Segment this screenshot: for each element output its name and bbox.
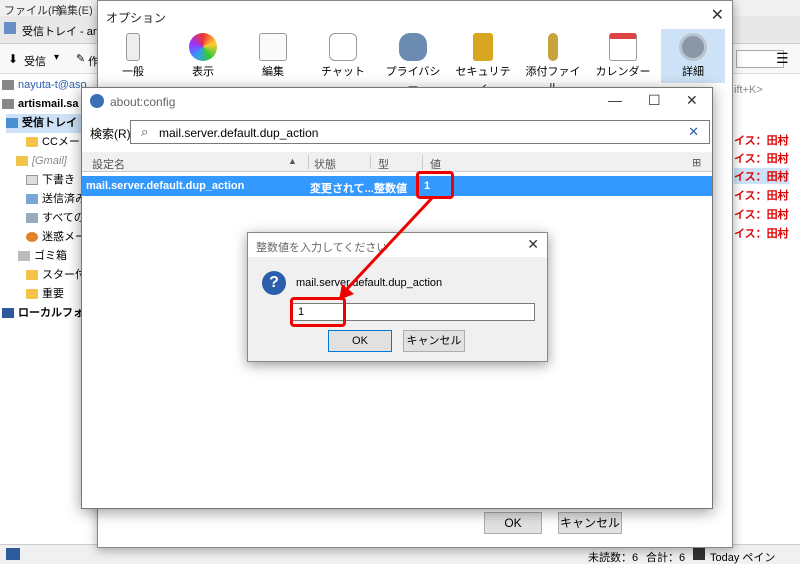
draft-icon: [26, 175, 38, 186]
prompt-title: 整数値を入力してください: [256, 242, 388, 254]
table-row[interactable]: mail.server.default.dup_action 変更されて... …: [82, 176, 712, 196]
inbox-tab[interactable]: 受信トレイ - arti: [22, 23, 102, 39]
tab-general[interactable]: 一般: [101, 29, 165, 83]
sender-cell[interactable]: イス：田村: [734, 132, 789, 148]
input-highlight-box: [290, 297, 346, 327]
receive-icon: ⬇: [8, 52, 19, 66]
integer-prompt-dialog: 整数値を入力してください ✕ ? mail.server.default.dup…: [247, 232, 548, 362]
column-status[interactable]: 状態: [314, 156, 336, 172]
clear-icon[interactable]: ✕: [688, 124, 699, 140]
tab-display[interactable]: 表示: [171, 29, 235, 83]
options-cancel-button[interactable]: キャンセル: [558, 512, 622, 534]
account-icon: [2, 99, 14, 110]
column-name[interactable]: 設定名: [92, 156, 125, 172]
pref-status: 変更されて...: [310, 183, 374, 195]
calendar-icon: [609, 33, 637, 61]
column-picker-icon[interactable]: ⊞: [692, 156, 701, 169]
search-value: mail.server.default.dup_action: [159, 126, 319, 140]
tab-advanced[interactable]: 詳細: [661, 29, 725, 83]
options-tabs: 一般 表示 編集 チャット プライバシー セキュリティ 添付ファイル カレンダー…: [98, 29, 732, 94]
tab-attachments[interactable]: 添付ファイル: [521, 29, 585, 94]
about-config-titlebar: about:config — ☐ ✕: [82, 88, 712, 114]
sort-asc-icon: ▲: [288, 156, 297, 166]
search-input[interactable]: ⌕ mail.server.default.dup_action ✕: [130, 120, 710, 144]
prompt-ok-button[interactable]: OK: [328, 330, 392, 352]
lock-icon: [473, 33, 493, 61]
tab-privacy[interactable]: プライバシー: [381, 29, 445, 94]
mask-icon: [399, 33, 427, 61]
maximize-icon[interactable]: ☐: [648, 92, 661, 109]
inbox-tab-icon: [4, 22, 16, 34]
value-highlight-box: [416, 171, 454, 199]
sender-cell[interactable]: イス：田村: [734, 168, 789, 184]
trash-icon: [18, 251, 30, 262]
calendar-icon: [693, 548, 705, 560]
folder-icon: [26, 137, 38, 148]
all-mail-icon: [26, 213, 38, 224]
column-type[interactable]: 型: [378, 156, 389, 172]
sender-cell[interactable]: イス：田村: [734, 206, 789, 222]
pref-name: mail.server.default.dup_action: [86, 180, 245, 192]
sender-cell[interactable]: イス：田村: [734, 187, 789, 203]
config-table-header: 設定名 ▲ 状態 型 値 ⊞: [82, 152, 712, 172]
thunderbird-logo-icon: [90, 94, 104, 108]
prompt-titlebar: 整数値を入力してください ✕: [248, 233, 547, 257]
today-pane-toggle[interactable]: Today ペイン: [710, 549, 775, 564]
inbox-icon: [6, 118, 18, 129]
prompt-message: mail.server.default.dup_action: [296, 277, 443, 289]
column-value[interactable]: 値: [430, 156, 441, 172]
options-ok-button[interactable]: OK: [484, 512, 542, 534]
sender-cell[interactable]: イス：田村: [734, 225, 789, 241]
folder-icon: [26, 270, 38, 281]
total-count: 合計：6: [646, 552, 686, 564]
pref-type: 整数値: [374, 183, 407, 195]
local-folder-icon: [2, 308, 14, 319]
write-icon: ✎: [76, 53, 86, 65]
folder-icon: [26, 289, 38, 300]
connection-icon: [6, 548, 20, 560]
receive-button[interactable]: 受信: [24, 53, 46, 69]
tab-security[interactable]: セキュリティ: [451, 29, 515, 94]
close-icon[interactable]: ✕: [711, 5, 724, 25]
menu-icon[interactable]: ☰: [776, 50, 789, 67]
search-hint: ift+K>: [734, 84, 763, 96]
tab-compose[interactable]: 編集: [241, 29, 305, 83]
minimize-icon[interactable]: —: [608, 92, 622, 108]
folder-icon: [16, 156, 28, 167]
palette-icon: [189, 33, 217, 61]
sender-cell[interactable]: イス：田村: [734, 150, 789, 166]
paperclip-icon: [548, 33, 558, 61]
options-title: オプション: [106, 11, 167, 25]
close-icon[interactable]: ✕: [527, 236, 539, 253]
sent-icon: [26, 194, 38, 205]
chevron-down-icon[interactable]: ▾: [54, 52, 59, 63]
unread-count: 未読数：6: [588, 552, 639, 564]
account-icon: [2, 80, 14, 91]
search-label: 検索(R):: [90, 127, 134, 141]
about-config-title: about:config: [110, 95, 176, 109]
tab-calendar[interactable]: カレンダー: [591, 29, 655, 83]
close-icon[interactable]: ✕: [686, 92, 698, 109]
question-icon: ?: [262, 271, 286, 295]
prompt-cancel-button[interactable]: キャンセル: [403, 330, 465, 352]
junk-icon: [26, 232, 38, 243]
gear-icon: [679, 33, 707, 61]
tab-chat[interactable]: チャット: [311, 29, 375, 83]
search-icon: ⌕: [141, 124, 149, 139]
chat-icon: [329, 33, 357, 61]
switch-icon: [126, 33, 140, 61]
edit-icon: [259, 33, 287, 61]
